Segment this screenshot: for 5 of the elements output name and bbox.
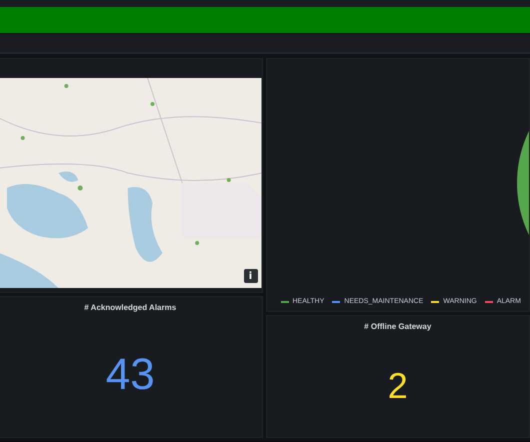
info-button[interactable]: i bbox=[244, 269, 258, 283]
stat-value: 43 bbox=[106, 350, 155, 400]
stat-value: 2 bbox=[388, 365, 408, 407]
panel-title: # Offline Gateway bbox=[364, 322, 432, 331]
panel-title: # Acknowledged Alarms bbox=[84, 303, 176, 312]
